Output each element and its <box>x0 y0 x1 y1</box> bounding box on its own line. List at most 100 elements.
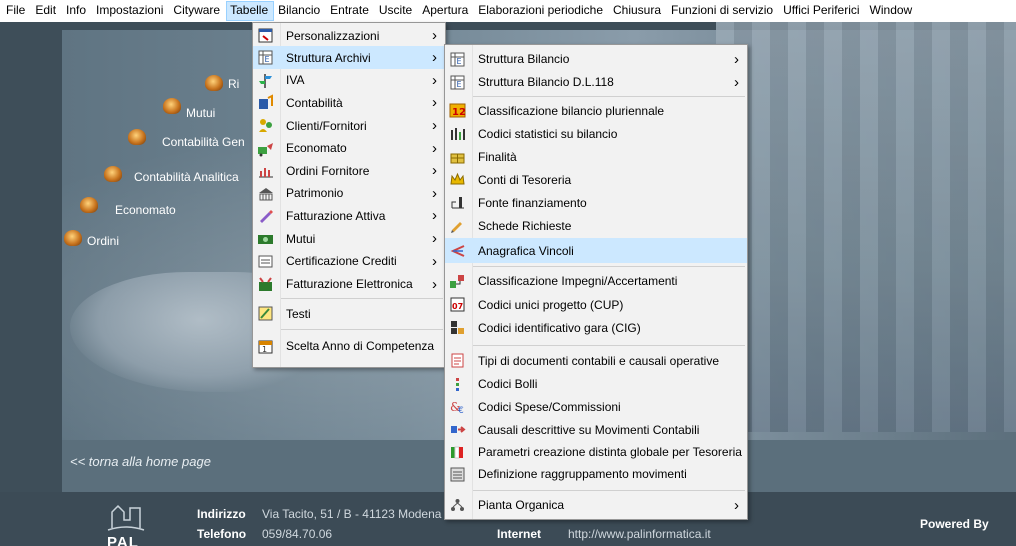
struttura-item-struttura-bilancio-d-l-118[interactable]: E Struttura Bilancio D.L.118 › <box>445 71 747 93</box>
struttura-item-label: Struttura Bilancio D.L.118 <box>478 75 614 89</box>
tabelle-item-ordini-fornitore[interactable]: Ordini Fornitore › <box>253 159 445 182</box>
tabelle-item-clienti-fornitori[interactable]: Clienti/Fornitori › <box>253 114 445 137</box>
ledger-icon <box>257 94 274 111</box>
menu-info[interactable]: Info <box>62 1 92 21</box>
pal-logo-text: PAL <box>107 534 139 546</box>
tabelle-item-contabilit[interactable]: Contabilità › <box>253 91 445 114</box>
struttura-item-schede-richieste[interactable]: Schede Richieste <box>445 214 747 237</box>
struttura-item-parametri-creazione-distinta-globale-per-tesoreria[interactable]: Parametri creazione distinta globale per… <box>445 441 747 463</box>
menu-edit[interactable]: Edit <box>31 1 62 21</box>
orb-label-mutui[interactable]: Mutui <box>186 106 215 120</box>
struttura-item-codici-unici-progetto-cup[interactable]: 07 Codici unici progetto (CUP) <box>445 293 747 316</box>
tabelle-item-label: Patrimonio <box>286 186 344 200</box>
menu-bilancio[interactable]: Bilancio <box>274 1 326 21</box>
menu-entrate[interactable]: Entrate <box>326 1 375 21</box>
struttura-item-label: Causali descrittive su Movimenti Contabi… <box>478 422 700 437</box>
menu-window[interactable]: Window <box>866 1 919 21</box>
struttura-item-label: Conti di Tesoreria <box>478 172 572 187</box>
struttura-item-fonte-finanziamento[interactable]: Fonte finanziamento <box>445 191 747 214</box>
group-icon <box>449 466 466 483</box>
struttura-item-label: Struttura Bilancio <box>478 52 570 66</box>
struttura-item-label: Codici identificativo gara (CIG) <box>478 320 641 335</box>
struttura-item-codici-statistici-su-bilancio[interactable]: Codici statistici su bilancio <box>445 122 747 145</box>
struttura-item-label: Codici Spese/Commissioni <box>478 399 621 414</box>
pencil-icon <box>449 217 466 234</box>
orb-label-ordini[interactable]: Ordini <box>87 234 119 248</box>
tabelle-dropdown: Personalizzazioni › E Struttura Archivi › IVA… <box>252 22 446 368</box>
struttura-item-struttura-bilancio[interactable]: E Struttura Bilancio › <box>445 48 747 70</box>
euro-icon: & € <box>449 398 466 415</box>
menu-impostazioni[interactable]: Impostazioni <box>92 1 169 21</box>
chevron-right-icon: › <box>432 71 437 89</box>
struttura-item-conti-di-tesoreria[interactable]: Conti di Tesoreria <box>445 168 747 191</box>
tabelle-item-struttura-archivi[interactable]: E Struttura Archivi › <box>253 46 445 69</box>
orb-label-ri[interactable]: Ri <box>228 77 239 91</box>
menu-separator <box>281 298 443 299</box>
struttura-item-codici-identificativo-gara-cig[interactable]: Codici identificativo gara (CIG) <box>445 316 747 339</box>
menu-separator <box>473 266 745 267</box>
tabelle-item-mutui[interactable]: Mutui › <box>253 227 445 250</box>
cig-icon <box>449 319 466 336</box>
indirizzo-label: Indirizzo <box>197 507 246 521</box>
menu-apertura[interactable]: Apertura <box>418 1 474 21</box>
orb-icon[interactable] <box>104 166 122 182</box>
struttura-item-classificazione-impegni-accertamenti[interactable]: Classificazione Impegni/Accertamenti <box>445 269 747 293</box>
orb-icon[interactable] <box>163 98 181 114</box>
tabelle-item-economato[interactable]: Economato › <box>253 137 445 159</box>
struttura-item-classificazione-bilancio-pluriennale[interactable]: 12 Classificazione bilancio pluriennale <box>445 99 747 122</box>
struttura-item-definizione-raggruppamento-movimenti[interactable]: Definizione raggruppamento movimenti <box>445 463 747 485</box>
tabelle-item-testi[interactable]: Testi <box>253 301 445 326</box>
struttura-item-label: Classificazione Impegni/Accertamenti <box>478 274 678 288</box>
svg-text:07: 07 <box>452 302 463 311</box>
orb-label-contabilita-gen[interactable]: Contabilità Gen <box>162 135 245 149</box>
menu-elaborazioni-periodiche[interactable]: Elaborazioni periodiche <box>474 1 609 21</box>
struttura-item-tipi-di-documenti-contabili-e-causali-operative[interactable]: Tipi di documenti contabili e causali op… <box>445 348 747 373</box>
orb-icon[interactable] <box>128 129 146 145</box>
internet-label: Internet <box>497 527 542 541</box>
tabelle-item-fatturazione-elettronica[interactable]: Fatturazione Elettronica › <box>253 272 445 296</box>
menu-bar: File Edit Info Impostazioni Cityware Tab… <box>0 0 1016 22</box>
struttura-item-codici-spese-commissioni[interactable]: & € Codici Spese/Commissioni <box>445 395 747 418</box>
menu-cityware[interactable]: Cityware <box>169 1 226 21</box>
window-icon <box>257 27 274 44</box>
tabelle-item-label: Fatturazione Elettronica <box>286 277 413 291</box>
tabelle-item-label: Fatturazione Attiva <box>286 208 386 223</box>
struttura-item-anagrafica-vincoli[interactable]: Anagrafica Vincoli <box>445 238 747 263</box>
tabelle-item-label: Testi <box>286 306 311 321</box>
org-chart-icon <box>449 497 466 514</box>
orb-icon[interactable] <box>80 197 98 213</box>
telefono-label: Telefono <box>197 527 247 541</box>
internet-value[interactable]: http://www.palinformatica.it <box>568 527 711 541</box>
stats-icon <box>449 125 466 142</box>
tabelle-item-certificazione-crediti[interactable]: Certificazione Crediti › <box>253 250 445 272</box>
menu-file[interactable]: File <box>2 1 31 21</box>
menu-uffici-periferici[interactable]: Uffici Periferici <box>779 1 865 21</box>
tabelle-item-personalizzazioni[interactable]: Personalizzazioni › <box>253 25 445 46</box>
menu-uscite[interactable]: Uscite <box>375 1 418 21</box>
people-icon <box>257 117 274 134</box>
struttura-item-label: Tipi di documenti contabili e causali op… <box>478 353 720 368</box>
orb-label-economato[interactable]: Economato <box>115 203 176 217</box>
menu-chiusura[interactable]: Chiusura <box>609 1 667 21</box>
struttura-item-label: Finalità <box>478 149 517 164</box>
struttura-item-finalit[interactable]: Finalità <box>445 145 747 168</box>
tabelle-item-patrimonio[interactable]: Patrimonio › <box>253 182 445 204</box>
struttura-item-codici-bolli[interactable]: Codici Bolli <box>445 373 747 395</box>
svg-text:1: 1 <box>262 345 267 354</box>
orb-icon[interactable] <box>205 75 223 91</box>
tabelle-item-scelta-anno-di-competenza[interactable]: 1 Scelta Anno di Competenza <box>253 334 445 358</box>
struttura-item-pianta-organica[interactable]: Pianta Organica › <box>445 494 747 516</box>
tabelle-item-iva[interactable]: IVA › <box>253 69 445 91</box>
pen-icon <box>257 207 274 224</box>
orb-label-contabilita-analitica[interactable]: Contabilità Analitica <box>134 170 239 184</box>
struttura-item-causali-descrittive-su-movimenti-contabili[interactable]: Causali descrittive su Movimenti Contabi… <box>445 418 747 441</box>
struttura-item-label: Schede Richieste <box>478 218 572 233</box>
italy-flag-icon <box>449 444 466 461</box>
stamp-icon <box>449 376 466 393</box>
tabelle-item-fatturazione-attiva[interactable]: Fatturazione Attiva › <box>253 204 445 227</box>
orb-icon[interactable] <box>64 230 82 246</box>
menu-funzioni-di-servizio[interactable]: Funzioni di servizio <box>667 1 779 21</box>
menu-tabelle[interactable]: Tabelle <box>226 1 275 21</box>
chevron-right-icon: › <box>432 162 437 179</box>
home-link[interactable]: << torna alla home page <box>70 454 211 469</box>
